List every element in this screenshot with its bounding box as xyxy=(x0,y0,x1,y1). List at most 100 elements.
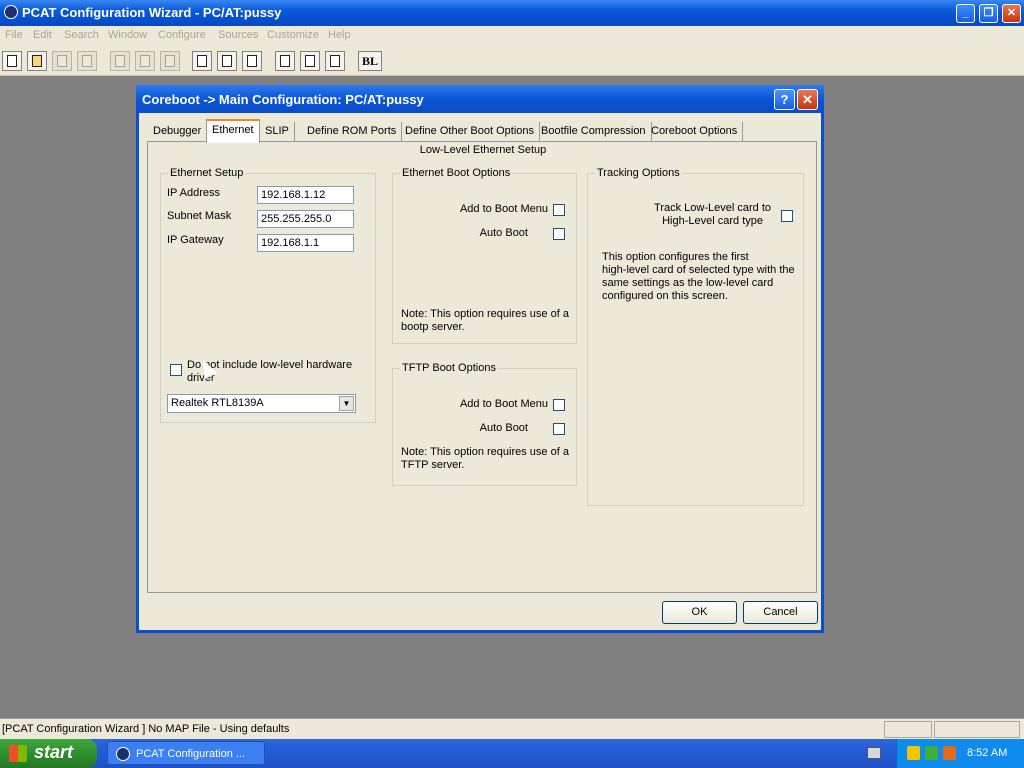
search-icon[interactable] xyxy=(943,746,956,760)
system-tray: 8:52 AM xyxy=(896,739,1024,768)
bl-button[interactable]: BL xyxy=(358,51,382,71)
print-button[interactable] xyxy=(77,51,97,71)
cancel-button[interactable]: Cancel xyxy=(743,601,818,624)
save-config-button[interactable] xyxy=(242,51,262,71)
tftp-boot-note: Note: This option requires use of a xyxy=(401,446,569,458)
subnet-mask-label: Subnet Mask xyxy=(167,210,232,222)
dialog-title: Coreboot -> Main Configuration: PC/AT:pu… xyxy=(142,92,424,107)
tftp-boot-legend: TFTP Boot Options xyxy=(400,362,498,374)
tracking-description-line2: high-level card of selected type with th… xyxy=(602,264,795,276)
ip-address-field[interactable]: 192.168.1.12 xyxy=(257,186,354,204)
menu-bar: File Edit Search Window Configure Source… xyxy=(0,26,1024,44)
ethernet-setup-legend: Ethernet Setup xyxy=(168,167,246,179)
copy-button[interactable] xyxy=(135,51,155,71)
eth-boot-note: Note: This option requires use of a xyxy=(401,308,569,320)
restore-button[interactable]: ❐ xyxy=(979,4,998,23)
eth-auto-boot-checkbox[interactable] xyxy=(553,228,565,240)
menu-edit[interactable]: Edit xyxy=(33,29,52,41)
status-bar: [PCAT Configuration Wizard ] No MAP File… xyxy=(0,718,1024,739)
taskbar-item-pcat[interactable]: PCAT Configuration ... xyxy=(107,741,265,765)
save-button[interactable] xyxy=(52,51,72,71)
tracking-description-line4: configured on this screen. xyxy=(602,290,728,302)
deploy-button[interactable] xyxy=(300,51,320,71)
menu-configure[interactable]: Configure xyxy=(158,29,206,41)
copy-icon xyxy=(140,55,150,67)
taskbar-item-label: PCAT Configuration ... xyxy=(136,748,246,760)
eth-add-boot-menu-checkbox[interactable] xyxy=(553,204,565,216)
build-button[interactable] xyxy=(275,51,295,71)
tab-define-other-boot-options[interactable]: Define Other Boot Options xyxy=(400,122,541,142)
ok-button[interactable]: OK xyxy=(662,601,737,624)
eth-boot-note-line2: bootp server. xyxy=(401,321,465,333)
printer-icon xyxy=(82,55,92,67)
scissors-icon xyxy=(115,55,125,67)
coreboot-config-dialog: Coreboot -> Main Configuration: PC/AT:pu… xyxy=(136,85,824,633)
minimize-button[interactable]: _ xyxy=(956,4,975,23)
write-disk-button[interactable] xyxy=(325,51,345,71)
tab-bootfile-compression[interactable]: Bootfile Compression xyxy=(536,122,652,142)
eth-add-boot-menu-label: Add to Boot Menu xyxy=(459,203,548,215)
menu-file[interactable]: File xyxy=(5,29,23,41)
app-icon xyxy=(116,747,130,761)
ethernet-setup-group: Ethernet Setup IP Address 192.168.1.12 S… xyxy=(160,167,376,423)
configure-target-button[interactable] xyxy=(192,51,212,71)
ethernet-boot-group: Ethernet Boot Options Add to Boot Menu A… xyxy=(392,167,577,344)
ip-gateway-field[interactable]: 192.168.1.1 xyxy=(257,234,354,252)
window-title: PCAT Configuration Wizard - PC/AT:pussy xyxy=(22,5,282,20)
keyboard-icon[interactable] xyxy=(867,747,881,759)
app-icon xyxy=(4,5,18,19)
tftp-auto-boot-checkbox[interactable] xyxy=(553,423,565,435)
track-card-label: Track Low-Level card to xyxy=(654,202,771,214)
dialog-close-button[interactable]: ✕ xyxy=(797,89,818,110)
panel-caption: Low-Level Ethernet Setup xyxy=(419,144,547,156)
tab-define-rom-ports[interactable]: Define ROM Ports xyxy=(302,122,403,142)
close-button[interactable]: ✕ xyxy=(1002,4,1021,23)
menu-sources[interactable]: Sources xyxy=(218,29,258,41)
security-shield-icon[interactable] xyxy=(907,746,920,760)
cut-button[interactable] xyxy=(110,51,130,71)
open-folder-button[interactable] xyxy=(27,51,47,71)
start-button[interactable]: start xyxy=(0,739,97,768)
build-icon xyxy=(280,55,290,67)
track-card-label-line2: High-Level card type xyxy=(662,215,763,227)
ethernet-boot-legend: Ethernet Boot Options xyxy=(400,167,513,179)
tftp-add-boot-menu-label: Add to Boot Menu xyxy=(459,398,548,410)
tab-debugger[interactable]: Debugger xyxy=(148,122,208,142)
save-icon xyxy=(57,55,67,67)
menu-search[interactable]: Search xyxy=(64,29,99,41)
nic-select[interactable]: Realtek RTL8139A ▼ xyxy=(167,394,356,413)
tracking-description-line3: same settings as the low-level card xyxy=(602,277,774,289)
new-file-button[interactable] xyxy=(2,51,22,71)
menu-window[interactable]: Window xyxy=(108,29,147,41)
network-icon[interactable] xyxy=(925,746,938,760)
chevron-down-icon[interactable]: ▼ xyxy=(339,396,354,411)
track-card-checkbox[interactable] xyxy=(781,210,793,222)
disk-icon xyxy=(247,55,257,67)
tftp-auto-boot-label: Auto Boot xyxy=(479,422,528,434)
tab-slip[interactable]: SLIP xyxy=(260,122,295,142)
tab-coreboot-options[interactable]: Coreboot Options xyxy=(646,122,744,142)
dialog-title-bar: Coreboot -> Main Configuration: PC/AT:pu… xyxy=(136,85,824,113)
open-folder-icon xyxy=(32,55,42,67)
configure-source-button[interactable] xyxy=(217,51,237,71)
tftp-boot-note-line2: TFTP server. xyxy=(401,459,465,471)
source-icon xyxy=(222,55,232,67)
start-label: start xyxy=(34,742,74,762)
exclude-driver-checkbox[interactable] xyxy=(170,364,182,376)
deploy-icon xyxy=(305,55,315,67)
menu-help[interactable]: Help xyxy=(328,29,351,41)
subnet-mask-field[interactable]: 255.255.255.0 xyxy=(257,210,354,228)
tracking-options-legend: Tracking Options xyxy=(595,167,682,179)
ip-address-label: IP Address xyxy=(167,187,220,199)
paste-button[interactable] xyxy=(160,51,180,71)
menu-customize[interactable]: Customize xyxy=(267,29,319,41)
status-message: [PCAT Configuration Wizard ] No MAP File… xyxy=(2,723,290,735)
paste-icon xyxy=(165,55,175,67)
windows-flag-icon xyxy=(9,745,27,762)
tab-ethernet[interactable]: Ethernet xyxy=(206,119,260,143)
target-icon xyxy=(197,55,207,67)
tftp-add-boot-menu-checkbox[interactable] xyxy=(553,399,565,411)
help-button[interactable]: ? xyxy=(774,89,795,110)
main-title-bar: PCAT Configuration Wizard - PC/AT:pussy … xyxy=(0,0,1024,26)
tracking-description: This option configures the first xyxy=(602,251,749,263)
